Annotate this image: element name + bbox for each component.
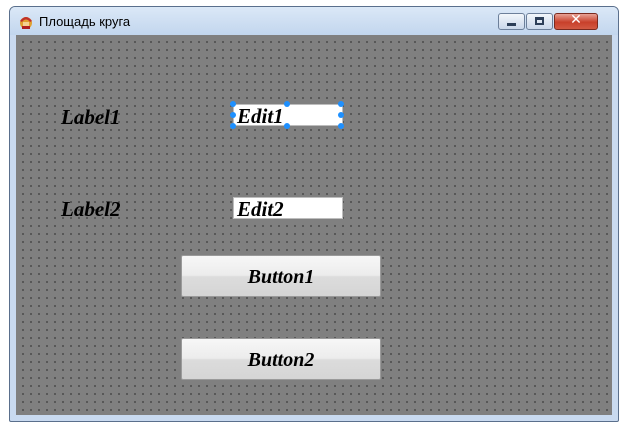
- button2[interactable]: Button2: [181, 338, 381, 380]
- form-window: Площадь круга ✕ Label1 Label2 Edit1 Edit…: [9, 6, 619, 422]
- minimize-icon: [507, 23, 516, 26]
- maximize-button[interactable]: [526, 13, 553, 30]
- form-design-surface[interactable]: Label1 Label2 Edit1 Edit2 Button1 Button…: [16, 35, 612, 415]
- selection-handle-n[interactable]: [284, 101, 290, 107]
- window-title: Площадь круга: [39, 14, 131, 29]
- delphi-app-icon: [20, 17, 32, 29]
- selection-handle-s[interactable]: [284, 123, 290, 129]
- close-icon: ✕: [570, 12, 582, 28]
- selection-handle-ne[interactable]: [338, 101, 344, 107]
- selection-handle-e[interactable]: [338, 112, 344, 118]
- selection-handle-nw[interactable]: [230, 101, 236, 107]
- edit2-field[interactable]: Edit2: [233, 197, 343, 219]
- maximize-icon: [535, 17, 544, 25]
- selection-handle-sw[interactable]: [230, 123, 236, 129]
- button1[interactable]: Button1: [181, 255, 381, 297]
- title-bar[interactable]: Площадь круга ✕: [10, 7, 618, 35]
- label2[interactable]: Label2: [61, 197, 120, 222]
- selection-handle-se[interactable]: [338, 123, 344, 129]
- label1[interactable]: Label1: [61, 105, 120, 130]
- selection-handle-w[interactable]: [230, 112, 236, 118]
- minimize-button[interactable]: [498, 13, 525, 30]
- close-button[interactable]: ✕: [554, 12, 598, 30]
